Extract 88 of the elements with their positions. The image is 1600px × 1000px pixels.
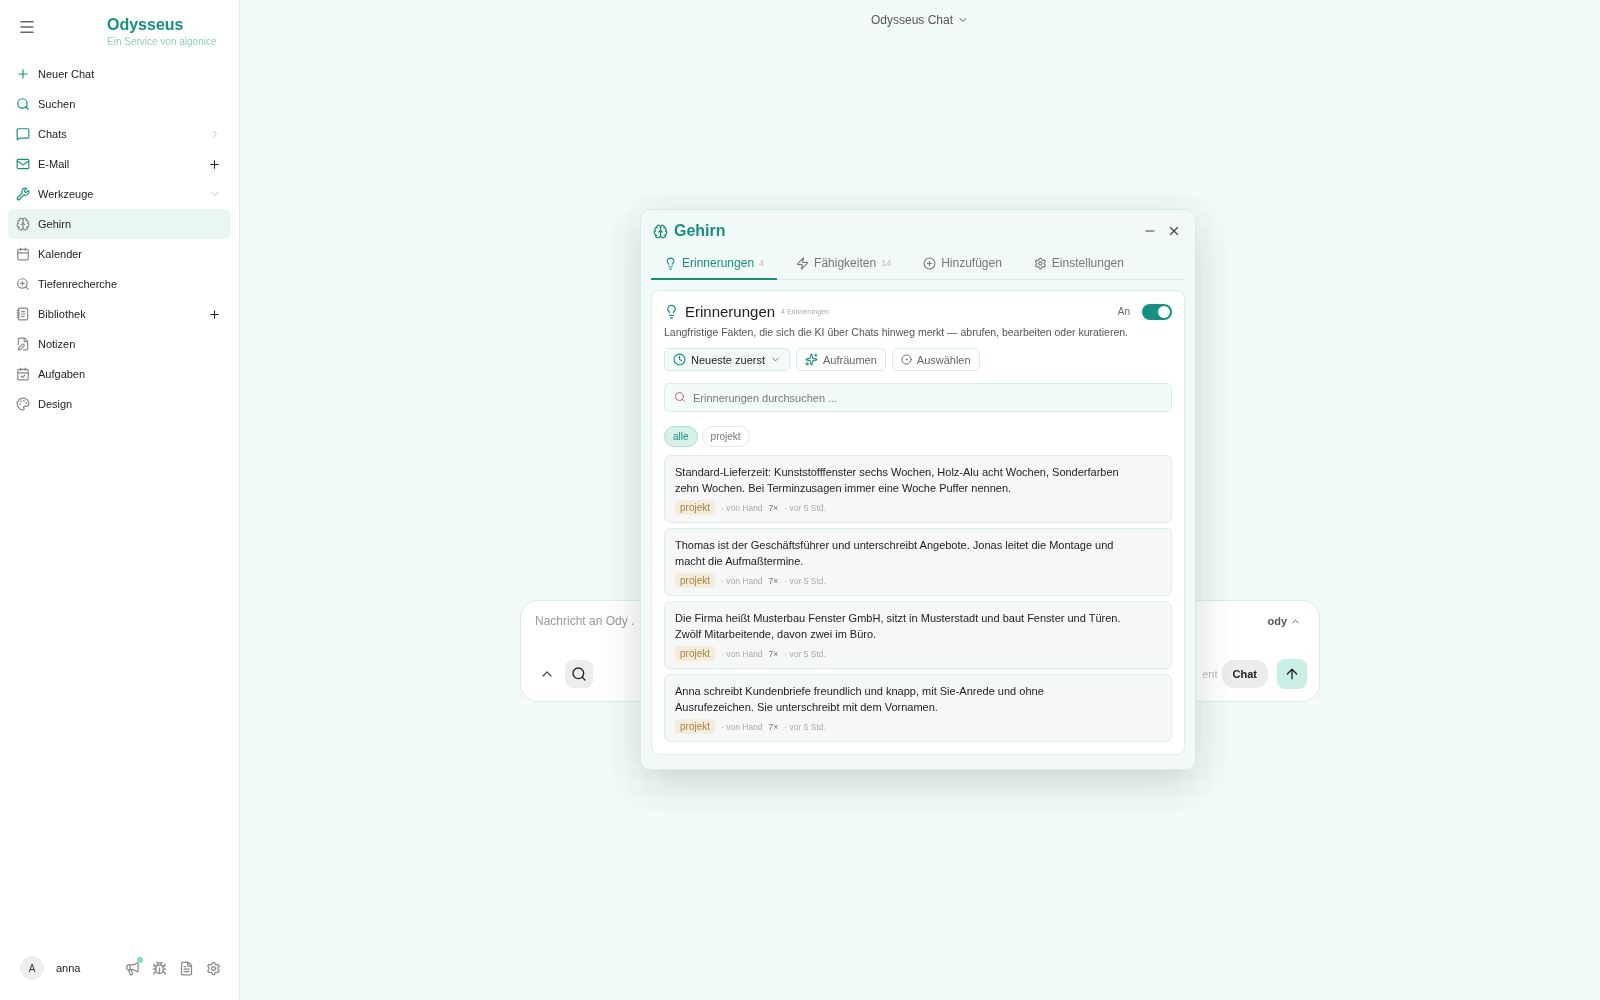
memory-tag: projekt <box>675 500 715 515</box>
settings-icon[interactable] <box>206 960 221 976</box>
sidebar-item[interactable]: Gehirn <box>8 209 231 239</box>
lightning-icon <box>796 256 810 270</box>
wrench-icon <box>16 187 30 201</box>
plus-circle-icon <box>923 256 937 270</box>
sidebar-item[interactable]: Suchen <box>8 89 231 119</box>
model-selector[interactable]: ody <box>1261 614 1307 628</box>
memory-age: · vor 5 Std. <box>784 721 826 732</box>
memory-card[interactable]: Die Firma heißt Musterbau Fenster GmbH, sitzt in Musterstadt und baut Fenster und Türen. Zwölf Mitarbeitende, davon zwei im Büro. projekt · von Hand 7× · vor 5 Std. <box>664 601 1172 669</box>
clock-icon <box>673 353 686 366</box>
memory-search-field[interactable]: Erinnerungen durchsuchen ... <box>664 383 1172 412</box>
toggle-label: An <box>1117 306 1130 317</box>
circle-dot-icon <box>900 354 912 365</box>
memory-uses: 7× <box>768 502 779 513</box>
bug-icon[interactable] <box>152 960 167 976</box>
gear-icon <box>1033 256 1047 270</box>
palette-icon <box>16 397 30 411</box>
sidebar-item[interactable]: Notizen <box>8 329 231 359</box>
section-description: Langfristige Fakten, die sich die KI über Chats hinweg merkt — abrufen, bearbeiten oder kuratieren. <box>664 326 1129 338</box>
action-button[interactable]: Auswählen <box>891 348 980 371</box>
search-icon <box>674 391 686 403</box>
brand-name: Odysseus <box>107 16 184 34</box>
memory-age: · vor 5 Std. <box>784 502 826 513</box>
memory-card[interactable]: Thomas ist der Geschäftsführer und unterschreibt Angebote. Jonas leitet die Montage und macht die Aufmaßtermine. projekt · von Hand 7× · vor 5 Std. <box>664 528 1172 596</box>
memory-uses: 7× <box>768 721 779 732</box>
memory-uses: 7× <box>768 575 779 586</box>
sparkle-icon <box>805 353 818 366</box>
dialog-tab[interactable]: Einstellungen <box>1020 248 1137 280</box>
memory-age: · vor 5 Std. <box>784 575 826 586</box>
section-title: Erinnerungen <box>685 303 776 320</box>
magnifier-plus-icon <box>16 277 30 291</box>
brain-icon <box>653 223 668 239</box>
sidebar-item[interactable]: Aufgaben <box>8 359 231 389</box>
memory-age: · vor 5 Std. <box>784 648 826 659</box>
search-button[interactable] <box>565 660 593 688</box>
chat-bubble-icon <box>16 127 30 141</box>
memory-source: · von Hand <box>721 721 763 732</box>
memory-card[interactable]: Standard-Lieferzeit: Kunststofffenster sechs Wochen, Holz-Alu acht Wochen, Sonderfarben zehn Wochen. Bei Terminzusagen immer eine Woche Puffer nennen. projekt · von Hand 7× · vor 5 Std. <box>664 455 1172 523</box>
dialog-title: Gehirn <box>674 222 727 240</box>
chat-title-dropdown[interactable]: Odysseus Chat <box>864 12 975 28</box>
sidebar-item[interactable]: Kalender <box>8 239 231 269</box>
dialog-tab[interactable]: Fähigkeiten 14 <box>783 248 905 280</box>
memory-tag: projekt <box>675 719 715 734</box>
search-icon <box>16 97 30 111</box>
sidebar-item[interactable]: Werkzeuge <box>8 179 231 209</box>
calendar-icon <box>16 247 30 261</box>
calendar-check-icon <box>16 367 30 381</box>
sort-dropdown[interactable]: Neueste zuerst <box>664 348 790 371</box>
filter-chip[interactable]: projekt <box>701 426 750 447</box>
memory-text: Anna schreibt Kundenbriefe freundlich und knapp, mit Sie-Anrede und ohne Ausrufezeichen. Sie unterschreibt mit dem Vornamen. <box>675 684 1045 715</box>
plus-icon[interactable] <box>208 157 221 171</box>
memory-uses: 7× <box>768 648 779 659</box>
dialog-tab[interactable]: Erinnerungen 4 <box>651 248 778 280</box>
memories-toggle[interactable] <box>1142 303 1172 320</box>
sidebar-item[interactable]: Design <box>8 389 231 419</box>
sidebar-item[interactable]: Chats <box>8 119 231 149</box>
lightbulb-icon <box>664 256 677 270</box>
user-avatar[interactable]: A <box>20 956 44 980</box>
memory-source: · von Hand <box>721 575 763 586</box>
sidebar-item[interactable]: E-Mail <box>8 149 231 179</box>
send-button[interactable] <box>1277 659 1307 689</box>
user-name: anna <box>56 962 82 974</box>
plus-icon[interactable] <box>208 307 221 321</box>
sidebar-item[interactable]: Bibliothek <box>8 299 231 329</box>
sidebar-item[interactable]: Tiefenrecherche <box>8 269 231 299</box>
memory-tag: projekt <box>675 573 715 588</box>
memory-text: Standard-Lieferzeit: Kunststofffenster sechs Wochen, Holz-Alu acht Wochen, Sonderfarben zehn Wochen. Bei Terminzusagen immer eine Woche Puffer nennen. <box>675 465 1120 496</box>
memory-text: Thomas ist der Geschäftsführer und unterschreibt Angebote. Jonas leitet die Montage und macht die Aufmaßtermine. <box>675 538 1115 569</box>
memory-card[interactable]: Anna schreibt Kundenbriefe freundlich und knapp, mit Sie-Anrede und ohne Ausrufezeichen. Sie unterschreibt mit dem Vornamen. projekt · von Hand 7× · vor 5 Std. <box>664 674 1172 742</box>
envelope-icon <box>16 157 30 171</box>
sidebar-item[interactable]: Neuer Chat <box>8 59 231 89</box>
dialog-tab[interactable]: Hinzufügen <box>910 248 1015 280</box>
memory-source: · von Hand <box>721 648 763 659</box>
pencil-document-icon <box>16 337 30 351</box>
megaphone-icon[interactable] <box>125 960 140 976</box>
brand-tagline: Ein Service von algonice <box>107 36 217 47</box>
document-icon[interactable] <box>179 960 194 976</box>
memory-text: Die Firma heißt Musterbau Fenster GmbH, sitzt in Musterstadt und baut Fenster und Türen. Zwölf Mitarbeitende, davon zwei im Büro. <box>675 611 1122 642</box>
memory-source: · von Hand <box>721 502 763 513</box>
lightbulb-icon <box>664 304 679 319</box>
action-button[interactable]: Aufräumen <box>796 348 886 371</box>
mode-tab[interactable]: Chat <box>1221 660 1268 688</box>
memory-tag: projekt <box>675 646 715 661</box>
plus-icon <box>16 67 30 81</box>
brain-icon <box>16 217 30 231</box>
search-icon <box>571 666 587 682</box>
notebook-icon <box>16 307 30 321</box>
